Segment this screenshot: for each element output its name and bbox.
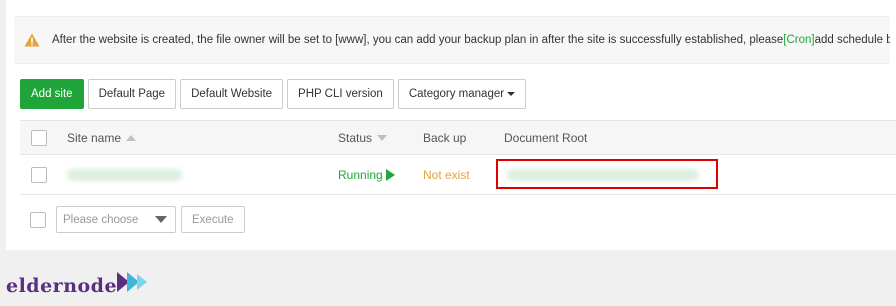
default-page-button[interactable]: Default Page bbox=[87, 79, 177, 109]
header-backup-label: Back up bbox=[423, 130, 467, 145]
batch-action-select[interactable]: Please choose bbox=[56, 206, 176, 233]
select-all-checkbox[interactable] bbox=[31, 129, 47, 146]
status-running: Running bbox=[338, 167, 383, 182]
header-site-name-label: Site name bbox=[67, 130, 122, 145]
logo-arrows-icon bbox=[117, 272, 148, 292]
notice-text: After the website is created, the file o… bbox=[52, 34, 784, 46]
header-site-name[interactable]: Site name bbox=[67, 121, 137, 154]
default-website-button[interactable]: Default Website bbox=[180, 79, 284, 109]
table-row: Running Not exist bbox=[20, 155, 896, 195]
header-status-label: Status bbox=[338, 130, 373, 145]
row-checkbox[interactable] bbox=[31, 166, 47, 183]
status-cell[interactable]: Running bbox=[338, 155, 395, 194]
site-name-cell[interactable] bbox=[67, 155, 182, 194]
sort-desc-icon bbox=[377, 134, 388, 141]
table-header: Site name Status Back up Document Root bbox=[20, 120, 896, 155]
header-document-root-label: Document Root bbox=[504, 130, 588, 145]
header-document-root: Document Root bbox=[504, 121, 587, 154]
select-all-cell bbox=[31, 121, 47, 154]
row-select-cell bbox=[31, 155, 47, 194]
toolbar: Add site Default Page Default Website PH… bbox=[20, 79, 530, 109]
notice-text-after: add schedule backup task. bbox=[814, 34, 890, 46]
batch-action-placeholder: Please choose bbox=[63, 213, 139, 226]
notice-banner: After the website is created, the file o… bbox=[14, 16, 890, 64]
highlight-box bbox=[496, 159, 718, 189]
play-icon bbox=[385, 168, 395, 181]
chevron-down-icon bbox=[155, 216, 167, 223]
execute-button[interactable]: Execute bbox=[181, 206, 245, 233]
batch-select-checkbox[interactable] bbox=[30, 211, 46, 228]
blurred-site-name bbox=[67, 168, 182, 181]
add-site-button[interactable]: Add site bbox=[20, 79, 84, 109]
cron-link[interactable]: [Cron] bbox=[783, 34, 814, 46]
sites-table: Site name Status Back up Document Root R… bbox=[20, 120, 896, 195]
caret-down-icon bbox=[507, 92, 516, 96]
category-manager-button[interactable]: Category manager bbox=[397, 79, 527, 109]
warning-icon bbox=[24, 33, 40, 47]
php-cli-version-button[interactable]: PHP CLI version bbox=[287, 79, 394, 109]
backup-status: Not exist bbox=[423, 167, 470, 182]
category-manager-label: Category manager bbox=[408, 88, 505, 100]
header-backup: Back up bbox=[423, 121, 466, 154]
backup-cell[interactable]: Not exist bbox=[423, 155, 470, 194]
logo-text: eldernode bbox=[6, 275, 118, 297]
sort-asc-icon bbox=[126, 134, 137, 141]
header-status[interactable]: Status bbox=[338, 121, 388, 154]
batch-actions: Please choose Execute bbox=[30, 206, 245, 233]
eldernode-logo: eldernode bbox=[6, 272, 155, 297]
